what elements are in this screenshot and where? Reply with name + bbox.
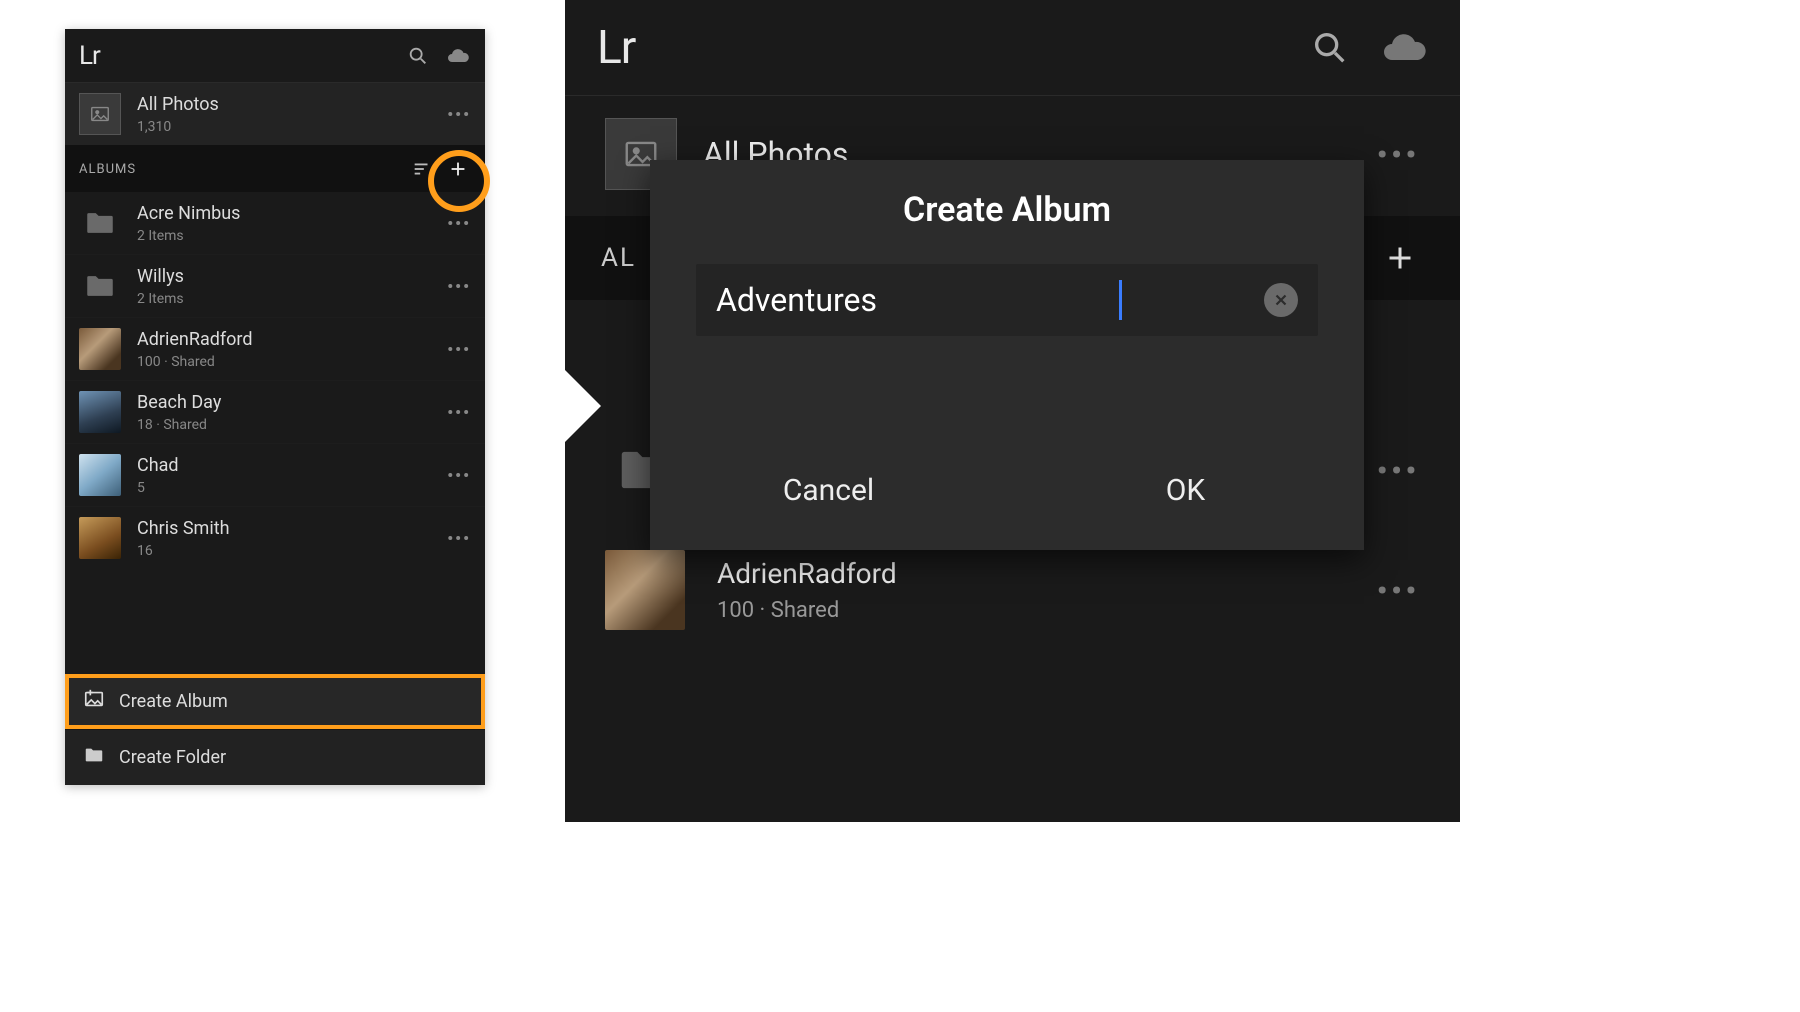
create-album-menu-item[interactable]: Create Album <box>65 674 485 729</box>
all-photos-row[interactable]: All Photos 1,310 ••• <box>65 83 485 146</box>
album-thumbnail <box>79 454 121 496</box>
album-thumbnail <box>79 391 121 433</box>
add-icon[interactable] <box>1376 234 1424 282</box>
album-subtitle: 5 <box>137 480 179 496</box>
text-cursor <box>1119 280 1122 320</box>
album-name: Willys <box>137 266 184 287</box>
search-icon[interactable] <box>405 43 431 69</box>
left-header: Lr <box>65 29 485 83</box>
dialog-actions: Cancel OK <box>650 430 1364 550</box>
sort-icon[interactable] <box>409 156 435 182</box>
album-row[interactable]: Chad 5 ••• <box>65 444 485 507</box>
album-name: AdrienRadford <box>717 557 897 590</box>
albums-header: ALBUMS <box>65 146 485 192</box>
ok-button[interactable]: OK <box>1007 430 1364 550</box>
album-row[interactable]: AdrienRadford 100 · Shared ••• <box>65 318 485 381</box>
folder-icon <box>83 744 105 771</box>
album-row[interactable]: Willys 2 Items ••• <box>65 255 485 318</box>
create-album-dialog: Create Album Cancel OK <box>650 160 1364 550</box>
album-subtitle: 18 · Shared <box>137 417 221 433</box>
album-name-field-wrap[interactable] <box>696 264 1318 336</box>
album-subtitle: 16 <box>137 543 230 559</box>
album-thumbnail <box>79 328 121 370</box>
more-icon[interactable]: ••• <box>1377 454 1420 487</box>
create-album-label: Create Album <box>119 691 228 712</box>
tutorial-arrow-icon <box>565 370 601 442</box>
album-subtitle: 100 · Shared <box>717 598 897 623</box>
all-photos-title: All Photos <box>137 94 219 115</box>
more-icon[interactable]: ••• <box>1377 574 1420 607</box>
album-subtitle: 2 Items <box>137 228 240 244</box>
more-icon[interactable]: ••• <box>447 529 471 548</box>
dialog-title: Create Album <box>650 190 1364 230</box>
album-subtitle: 100 · Shared <box>137 354 253 370</box>
more-icon[interactable]: ••• <box>447 105 471 124</box>
folder-icon <box>79 265 121 307</box>
album-name: AdrienRadford <box>137 329 253 350</box>
cloud-icon[interactable] <box>445 43 471 69</box>
folder-icon <box>79 202 121 244</box>
left-sidebar: Lr All Photos 1,310 ••• ALBUMS <box>65 29 485 785</box>
add-image-icon <box>83 688 105 715</box>
album-row[interactable]: Chris Smith 16 ••• <box>65 507 485 569</box>
app-logo: Lr <box>597 21 635 75</box>
more-icon[interactable]: ••• <box>447 277 471 296</box>
all-photos-count: 1,310 <box>137 119 219 135</box>
more-icon[interactable]: ••• <box>447 403 471 422</box>
album-thumbnail <box>605 550 685 630</box>
cloud-icon[interactable] <box>1380 24 1428 72</box>
app-logo: Lr <box>79 41 100 71</box>
album-row[interactable]: Acre Nimbus 2 Items ••• <box>65 192 485 255</box>
album-name: Acre Nimbus <box>137 203 240 224</box>
albums-header-label: AL <box>601 243 636 273</box>
clear-input-icon[interactable] <box>1264 283 1298 317</box>
add-icon[interactable] <box>445 156 471 182</box>
album-row[interactable]: Beach Day 18 · Shared ••• <box>65 381 485 444</box>
image-placeholder-icon <box>79 93 121 135</box>
album-name: Beach Day <box>137 392 221 413</box>
album-list: Acre Nimbus2 Items•••Willys2 Items•••Adr… <box>65 192 485 569</box>
album-name-input[interactable] <box>716 281 1121 319</box>
more-icon[interactable]: ••• <box>447 214 471 233</box>
album-thumbnail <box>79 517 121 559</box>
create-folder-menu-item[interactable]: Create Folder <box>65 729 485 785</box>
create-folder-label: Create Folder <box>119 747 226 768</box>
right-header: Lr <box>565 0 1460 96</box>
more-icon[interactable]: ••• <box>1377 138 1420 171</box>
album-name: Chris Smith <box>137 518 230 539</box>
search-icon[interactable] <box>1306 24 1354 72</box>
album-name: Chad <box>137 455 179 476</box>
cancel-button[interactable]: Cancel <box>650 430 1007 550</box>
album-subtitle: 2 Items <box>137 291 184 307</box>
more-icon[interactable]: ••• <box>447 340 471 359</box>
albums-header-label: ALBUMS <box>79 162 136 177</box>
more-icon[interactable]: ••• <box>447 466 471 485</box>
